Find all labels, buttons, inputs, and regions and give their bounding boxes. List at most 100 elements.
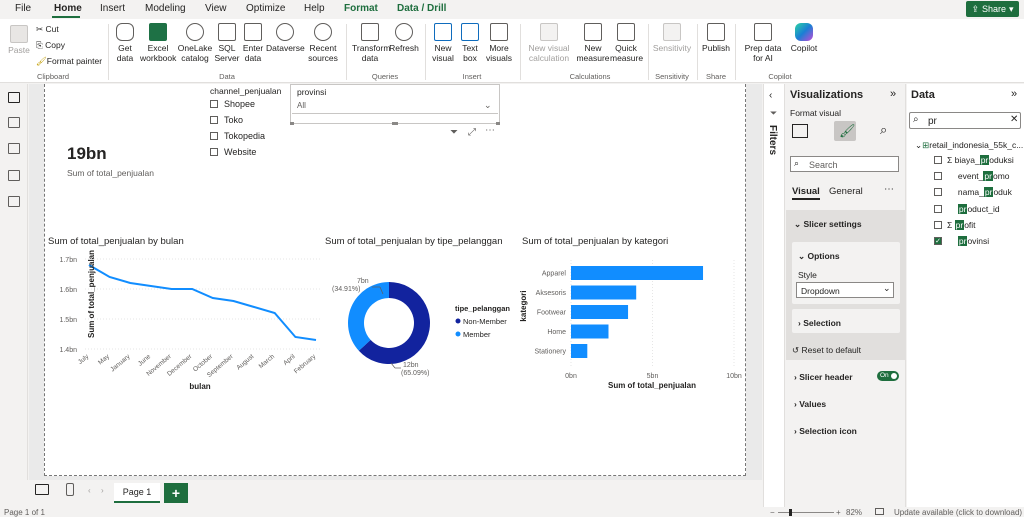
build-visual-icon[interactable] (792, 124, 808, 138)
more-options-icon[interactable]: ⋯ (884, 184, 894, 195)
collapse-icon[interactable]: » (1011, 88, 1017, 100)
collapse-icon[interactable]: » (890, 88, 896, 100)
menu-data-drill[interactable]: Data / Drill (397, 3, 446, 14)
menu-file[interactable]: File (15, 3, 31, 14)
bar-stationery[interactable] (571, 344, 588, 358)
bar-aksesoris[interactable] (571, 285, 637, 300)
format-search-input[interactable]: ⌕ Search (790, 156, 899, 172)
enter-data-button[interactable]: Enter data (241, 23, 265, 63)
copy-button[interactable]: ⎘ Copy (36, 40, 65, 50)
page-tab-1[interactable]: Page 1 (114, 483, 160, 503)
recent-sources-button[interactable]: Recent sources (304, 23, 342, 63)
slicer-option-website[interactable]: Website (210, 147, 256, 157)
mobile-layout-icon[interactable] (66, 483, 74, 496)
values-section[interactable]: › Values (794, 399, 826, 409)
dataverse-button[interactable]: Dataverse (266, 23, 305, 53)
dax-query-icon[interactable] (8, 170, 20, 181)
line-chart[interactable]: 1.7bn1.6bn1.5bn1.4bn July MayJanuary JuneN… (44, 248, 324, 398)
selection-icon-section[interactable]: › Selection icon (794, 426, 857, 436)
chevron-left-icon[interactable]: ‹ (88, 486, 91, 495)
model-view-icon[interactable] (8, 143, 20, 154)
close-icon[interactable]: ✕ (1010, 114, 1018, 125)
sensitivity-button[interactable]: Sensitivity (651, 23, 693, 53)
menu-insert[interactable]: Insert (100, 3, 125, 14)
field-checkbox[interactable] (934, 220, 942, 229)
paste-button[interactable]: Paste (6, 25, 32, 55)
bar-home[interactable] (571, 324, 609, 339)
resize-handle[interactable] (290, 122, 294, 125)
cut-button[interactable]: ✂ Cut (36, 24, 59, 34)
donut-legend-nonmember[interactable]: Non-Member (463, 317, 507, 326)
menu-modeling[interactable]: Modeling (145, 3, 186, 14)
field-checkbox[interactable] (934, 188, 942, 197)
tmdl-view-icon[interactable] (8, 196, 20, 207)
transform-data-button[interactable]: Transform data (352, 23, 390, 63)
slicer-option-tokopedia[interactable]: Tokopedia (210, 131, 265, 141)
tab-general[interactable]: General (829, 186, 863, 197)
new-measure-button[interactable]: New measure (576, 23, 610, 63)
menu-help[interactable]: Help (304, 3, 325, 14)
chevron-right-icon[interactable]: › (101, 486, 104, 495)
slicer-header-toggle[interactable]: On (877, 371, 899, 381)
tab-visual[interactable]: Visual (792, 186, 820, 197)
resize-handle[interactable] (496, 122, 500, 125)
format-painter-button[interactable]: 🖌Format painter (36, 56, 102, 66)
selection-header[interactable]: › Selection (798, 318, 841, 328)
checkbox[interactable] (210, 132, 218, 140)
update-notice[interactable]: Update available (click to download) (894, 508, 1022, 517)
focus-mode-icon[interactable]: ⤢ (468, 127, 476, 138)
provinsi-dropdown[interactable] (292, 97, 498, 114)
slicer-settings-header[interactable]: ⌄ Slicer settings (794, 219, 862, 230)
slicer-option-shopee[interactable]: Shopee (210, 99, 255, 109)
bar-chart[interactable]: Apparel Aksesoris Footwear Home Stationery 0… (518, 258, 743, 393)
zoom-level[interactable]: 82% (846, 508, 862, 517)
desktop-layout-icon[interactable] (35, 484, 49, 495)
onelake-catalog-button[interactable]: OneLake catalog (177, 23, 213, 63)
resize-handle[interactable] (392, 122, 398, 125)
sql-server-button[interactable]: SQL Server (214, 23, 240, 63)
add-page-button[interactable]: + (164, 483, 188, 503)
quick-measure-button[interactable]: Quick measure (610, 23, 643, 63)
slicer-header-section[interactable]: › Slicer header (794, 372, 853, 382)
field-checkbox[interactable] (934, 156, 942, 164)
donut-chart[interactable]: 7bn (34.91%) 12bn (65.09%) tipe_pelangga… (320, 250, 520, 385)
new-visual-button[interactable]: New visual (430, 23, 456, 63)
new-visual-calculation-button[interactable]: New visual calculation (525, 23, 573, 63)
refresh-button[interactable]: Refresh (389, 23, 419, 53)
more-visuals-button[interactable]: More visuals (484, 23, 514, 63)
table-node[interactable]: ⌄⊞retail_indonesia_55k_c... (915, 140, 1023, 151)
donut-legend-member[interactable]: Member (463, 330, 491, 339)
text-box-button[interactable]: Text box (458, 23, 482, 63)
copilot-button[interactable]: Copilot (788, 23, 820, 53)
zoom-out-icon[interactable]: − (770, 508, 775, 517)
get-data-button[interactable]: Get data (112, 23, 138, 63)
chevron-left-icon[interactable]: ‹ (769, 90, 772, 101)
zoom-slider-thumb[interactable] (789, 509, 792, 516)
checkbox[interactable] (210, 148, 218, 156)
reset-to-default-button[interactable]: ↺ Reset to default (792, 345, 861, 356)
checkbox[interactable] (210, 116, 218, 124)
field-checkbox[interactable] (934, 172, 942, 181)
filter-icon[interactable]: ⏷ (450, 127, 458, 138)
publish-button[interactable]: Publish (701, 23, 731, 53)
menu-home[interactable]: Home (54, 3, 82, 14)
fit-to-page-icon[interactable] (875, 508, 884, 515)
zoom-in-icon[interactable]: + (836, 508, 841, 517)
menu-format[interactable]: Format (344, 3, 378, 14)
bar-apparel[interactable] (571, 266, 704, 280)
more-options-icon[interactable]: ⋯ (485, 125, 495, 136)
menu-view[interactable]: View (205, 3, 227, 14)
table-view-icon[interactable] (8, 117, 20, 128)
chevron-down-icon[interactable]: ⌄ (484, 100, 492, 111)
checkbox[interactable] (210, 100, 218, 108)
menu-optimize[interactable]: Optimize (246, 3, 285, 14)
zoom-slider[interactable] (778, 512, 834, 513)
analytics-icon[interactable]: ⌕ (880, 122, 887, 138)
prep-data-ai-button[interactable]: Prep data for AI (740, 23, 786, 63)
field-checkbox[interactable]: ✓ (934, 237, 942, 245)
field-checkbox[interactable] (934, 204, 942, 213)
share-button[interactable]: ⇪ Share ▾ (966, 1, 1019, 17)
report-view-icon[interactable] (8, 92, 20, 103)
data-search-input[interactable]: ⌕ pr ✕ (909, 112, 1021, 129)
slicer-option-toko[interactable]: Toko (210, 115, 243, 125)
